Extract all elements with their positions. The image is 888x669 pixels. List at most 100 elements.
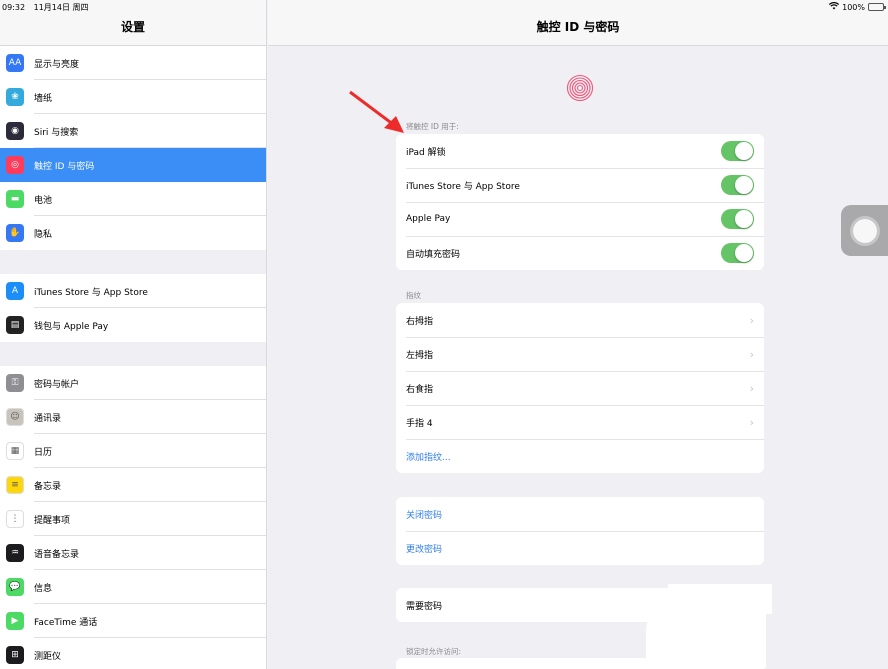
sidebar-item-label: 日历 [34, 447, 53, 458]
sidebar-item-label: 备忘录 [34, 481, 62, 492]
sidebar-item-label: Siri 与搜索 [34, 127, 79, 138]
chevron-right-icon: › [749, 415, 754, 429]
toggle-switch[interactable] [721, 175, 754, 195]
contacts-icon: ☺ [6, 408, 24, 426]
use-for-section-label: 将触控 ID 用于: [406, 122, 459, 131]
status-time: 09:32 [2, 2, 26, 12]
settings-sidebar: 设置 AA 显示与亮度 ❀ 墙纸 ◉ Siri 与搜索 ◎ 触控 ID 与密码 ▬ 电池 ✋ 隐私 A… [0, 0, 267, 669]
sidebar-item-label: 信息 [34, 583, 53, 594]
toggle-row: iPad 解锁 [396, 134, 764, 168]
wallpaper-icon: ❀ [6, 88, 24, 106]
toggle-label: Apple Pay [406, 214, 451, 224]
sidebar-item-label: 电池 [34, 195, 53, 206]
fingerprint-label: 右食指 [406, 384, 434, 395]
fingerprint-icon: ◎ [6, 156, 24, 174]
chevron-right-icon: › [749, 381, 754, 395]
sidebar-item-label: 隐私 [34, 229, 53, 240]
battery-indicator-icon [868, 3, 886, 11]
locked-access-section-label: 锁定时允许访问: [406, 647, 462, 656]
toggle-switch[interactable] [721, 141, 754, 161]
sidebar-item[interactable]: AA 显示与亮度 [0, 46, 266, 80]
key-icon: ⚿ [6, 374, 24, 392]
sidebar-item[interactable]: ▤ 钱包与 Apple Pay [0, 308, 266, 342]
measure-icon: ⊞ [6, 646, 24, 664]
wifi-icon [828, 2, 840, 12]
notes-icon: ≡ [6, 476, 24, 494]
toggle-row: 自动填充密码 [396, 236, 764, 270]
battery-percent: 100% [842, 2, 865, 12]
sidebar-item[interactable]: ❀ 墙纸 [0, 80, 266, 114]
sidebar-item-label: 测距仪 [34, 651, 62, 662]
assistive-touch-icon [852, 218, 877, 243]
sidebar-item-label: 通讯录 [34, 413, 62, 424]
toggle-row: Apple Pay [396, 202, 764, 236]
messages-icon: 💬 [6, 578, 24, 596]
sidebar-item-label: 钱包与 Apple Pay [34, 321, 109, 332]
fingerprint-label: 左拇指 [406, 350, 434, 361]
sidebar-item[interactable]: 💬 信息 [0, 570, 266, 604]
fingerprint-icon [566, 74, 594, 102]
sidebar-item[interactable]: ◉ Siri 与搜索 [0, 114, 266, 148]
sidebar-group: AA 显示与亮度 ❀ 墙纸 ◉ Siri 与搜索 ◎ 触控 ID 与密码 ▬ 电池 ✋ 隐私 [0, 46, 266, 250]
toggle-row: iTunes Store 与 App Store [396, 168, 764, 202]
fingerprints-card: 右拇指 › 左拇指 › 右食指 › 手指 4 › 添加指纹... [396, 303, 764, 473]
passcode-card: 关闭密码 更改密码 [396, 497, 764, 565]
sidebar-item[interactable]: ✋ 隐私 [0, 216, 266, 250]
add-fingerprint-button[interactable]: 添加指纹... [396, 439, 764, 473]
occlusion-patch [646, 610, 766, 668]
sidebar-item-label: FaceTime 通话 [34, 617, 98, 628]
sidebar-item[interactable]: ≡ 备忘录 [0, 468, 266, 502]
sidebar-item-label: 密码与帐户 [34, 379, 80, 390]
sidebar-group: ⚿ 密码与帐户 ☺ 通讯录 ▦ 日历 ≡ 备忘录 ⋮ 提醒事项 ♒ 语音备忘录 💬 信息 ▶ FaceTime… [0, 366, 266, 669]
chevron-right-icon: › [749, 347, 754, 361]
sidebar-item[interactable]: ◎ 触控 ID 与密码 [0, 148, 266, 182]
sidebar-item[interactable]: AiTunes Store 与 App Store [0, 274, 266, 308]
toggle-switch[interactable] [721, 209, 754, 229]
require-passcode-label: 需要密码 [406, 601, 443, 612]
fingerprint-row[interactable]: 手指 4 › [396, 405, 764, 439]
assistive-touch-button[interactable] [841, 205, 888, 256]
fingerprint-label: 手指 4 [406, 418, 433, 429]
chevron-right-icon: › [749, 313, 754, 327]
fingerprint-label: 右拇指 [406, 316, 434, 327]
sidebar-group: AiTunes Store 与 App Store ▤ 钱包与 Apple Pay [0, 274, 266, 342]
sidebar-item-label: iTunes Store 与 App Store [34, 287, 148, 298]
sidebar-item[interactable]: ⚿ 密码与帐户 [0, 366, 266, 400]
appstore-icon: A [6, 282, 24, 300]
voice-memo-icon: ♒ [6, 544, 24, 562]
siri-icon: ◉ [6, 122, 24, 140]
sidebar-item[interactable]: ♒ 语音备忘录 [0, 536, 266, 570]
change-passcode-button[interactable]: 更改密码 [396, 531, 764, 565]
sidebar-item-label: 提醒事项 [34, 515, 71, 526]
toggle-label: iTunes Store 与 App Store [406, 181, 520, 192]
toggle-label: 自动填充密码 [406, 249, 461, 260]
fingerprint-row[interactable]: 右食指 › [396, 371, 764, 405]
sidebar-item[interactable]: ▶ FaceTime 通话 [0, 604, 266, 638]
sidebar-item[interactable]: ⊞ 测距仪 [0, 638, 266, 669]
turn-off-passcode-button[interactable]: 关闭密码 [396, 497, 764, 531]
fingerprints-section-label: 指纹 [406, 291, 421, 300]
privacy-hand-icon: ✋ [6, 224, 24, 242]
sidebar-item[interactable]: ☺ 通讯录 [0, 400, 266, 434]
sidebar-item-label: 墙纸 [34, 93, 53, 104]
red-arrow-annotation-icon [349, 90, 404, 133]
fingerprint-row[interactable]: 右拇指 › [396, 303, 764, 337]
reminders-icon: ⋮ [6, 510, 24, 528]
wallet-icon: ▤ [6, 316, 24, 334]
status-date: 11月14日 周四 [33, 2, 89, 12]
toggle-switch[interactable] [721, 243, 754, 263]
sidebar-item[interactable]: ▦ 日历 [0, 434, 266, 468]
calendar-icon: ▦ [6, 442, 24, 460]
display-icon: AA [6, 54, 24, 72]
sidebar-item[interactable]: ▬ 电池 [0, 182, 266, 216]
toggle-label: iPad 解锁 [406, 147, 446, 158]
battery-icon: ▬ [6, 190, 24, 208]
fingerprint-row[interactable]: 左拇指 › [396, 337, 764, 371]
sidebar-item-label: 语音备忘录 [34, 549, 80, 560]
sidebar-item[interactable]: ⋮ 提醒事项 [0, 502, 266, 536]
status-bar: 09:32 11月14日 周四 100% [0, 0, 888, 14]
sidebar-item-label: 触控 ID 与密码 [34, 161, 95, 172]
sidebar-item-label: 显示与亮度 [34, 59, 80, 70]
touch-id-toggles-card: iPad 解锁 iTunes Store 与 App Store Apple Pay… [396, 134, 764, 270]
facetime-icon: ▶ [6, 612, 24, 630]
